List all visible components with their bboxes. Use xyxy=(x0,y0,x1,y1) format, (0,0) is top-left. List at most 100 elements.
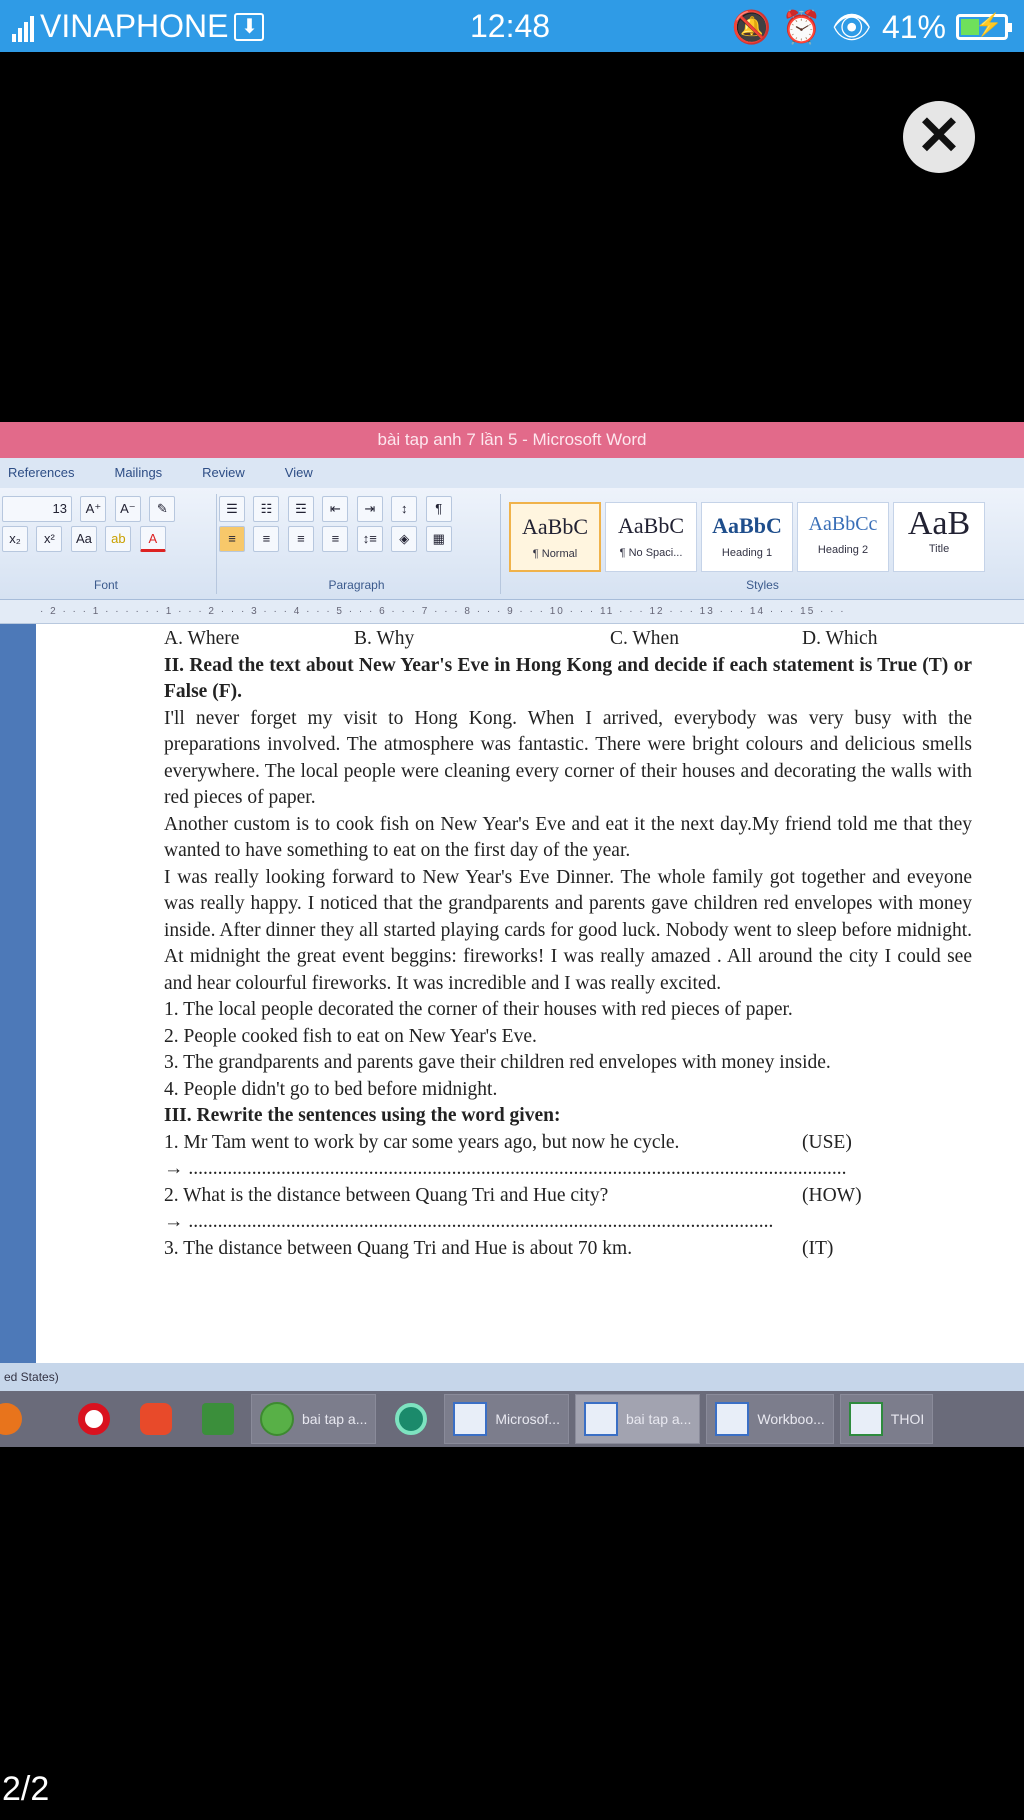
firefox-icon[interactable] xyxy=(0,1391,62,1447)
battery-percent: 41% xyxy=(881,8,946,45)
taskbar-button[interactable]: bai tap a... xyxy=(251,1394,377,1444)
style-heading-1[interactable]: AaBbC Heading 1 xyxy=(701,502,793,572)
taskbar-button[interactable]: THOI xyxy=(839,1394,934,1444)
styles-group: AaBbC ¶ Normal AaBbC ¶ No Spaci... AaBbC… xyxy=(500,494,1024,594)
rewrite-question: 3. The distance between Quang Tri and Hu… xyxy=(164,1237,633,1259)
show-marks-button[interactable]: ¶ xyxy=(425,496,452,522)
clear-format-icon[interactable]: ✎ xyxy=(149,496,176,522)
ccleaner-icon[interactable] xyxy=(124,1391,186,1447)
style-no-spacing[interactable]: AaBbC ¶ No Spaci... xyxy=(605,502,697,572)
style-normal[interactable]: AaBbC ¶ Normal xyxy=(509,502,601,572)
styles-group-label: Styles xyxy=(746,578,779,592)
alarm-icon: ⏰ xyxy=(781,9,822,45)
ribbon-tabs: References Mailings Review View xyxy=(0,458,1024,488)
reading-paragraph: I'll never forget my visit to Hong Kong.… xyxy=(164,707,972,809)
taskbar-button[interactable]: Workboo... xyxy=(706,1394,834,1444)
word-status-bar: ed States) xyxy=(0,1363,1024,1391)
tab-references[interactable]: References xyxy=(8,458,74,488)
style-name: Heading 1 xyxy=(721,547,773,559)
subscript-button[interactable]: x₂ xyxy=(2,526,28,552)
sort-button[interactable]: ↕ xyxy=(391,496,418,522)
rewrite-word: (IT) xyxy=(802,1237,834,1259)
style-title[interactable]: AaB Title xyxy=(893,502,985,572)
signal-icon xyxy=(12,12,34,42)
font-group-label: Font xyxy=(93,578,118,592)
line-spacing-button[interactable]: ↕≡ xyxy=(356,526,383,552)
bullets-button[interactable]: ☰ xyxy=(219,496,245,522)
answer-options: A. Where B. Why C. When D. Which xyxy=(164,626,972,653)
option-d: D. Which xyxy=(802,628,878,649)
align-center-button[interactable]: ≡ xyxy=(253,526,280,552)
highlight-button[interactable]: ab xyxy=(105,526,132,552)
statement: 1. The local people decorated the corner… xyxy=(164,999,793,1020)
style-heading-2[interactable]: AaBbCc Heading 2 xyxy=(797,502,889,572)
taskbar: bai tap a... Microsof... bai tap a... Wo… xyxy=(0,1391,1024,1447)
justify-button[interactable]: ≡ xyxy=(322,526,349,552)
ruler: · 2 · · · 1 · · · · · · 1 · · · 2 · · · … xyxy=(0,600,1024,624)
style-name: ¶ Normal xyxy=(532,548,578,560)
align-left-button[interactable]: ≡ xyxy=(219,526,245,552)
mute-icon: 🔕 xyxy=(731,9,772,45)
rewrite-word: (HOW) xyxy=(802,1184,862,1206)
ribbon: 13 A⁺ A⁻ ✎ x₂ x² Aa ab A Font ☰ ☷ ☲ ⇤ ⇥ … xyxy=(0,488,1024,600)
taskbar-label: Workboo... xyxy=(757,1411,825,1427)
paragraph-group: ☰ ☷ ☲ ⇤ ⇥ ↕ ¶ ≡ ≡ ≡ ≡ ↕≡ ◈ ▦ Paragraph xyxy=(216,494,496,594)
close-button[interactable]: ✕ xyxy=(903,101,975,173)
office-tools-icon[interactable] xyxy=(186,1391,248,1447)
change-case-button[interactable]: Aa xyxy=(70,526,97,552)
option-c: C. When xyxy=(610,628,679,649)
rewrite-item: 1. Mr Tam went to work by car some years… xyxy=(164,1130,972,1157)
rewrite-word: (USE) xyxy=(802,1131,852,1153)
align-right-button[interactable]: ≡ xyxy=(287,526,314,552)
document-page[interactable]: A. Where B. Why C. When D. Which II. Rea… xyxy=(36,624,1024,1363)
taskbar-label: THOI xyxy=(890,1411,925,1427)
multilevel-button[interactable]: ☲ xyxy=(287,496,314,522)
option-b: B. Why xyxy=(354,628,415,649)
app-icon[interactable] xyxy=(379,1391,441,1447)
reading-paragraph: Another custom is to cook fish on New Ye… xyxy=(164,813,972,862)
reading-paragraph: I was really looking forward to New Year… xyxy=(164,866,972,994)
eye-icon: 👁 xyxy=(831,9,872,45)
taskbar-label: bai tap a... xyxy=(302,1411,368,1427)
paragraph-group-label: Paragraph xyxy=(328,578,385,592)
window-title: bài tap anh 7 lần 5 - Microsoft Word xyxy=(0,422,1024,458)
font-color-button[interactable]: A xyxy=(139,526,166,552)
numbering-button[interactable]: ☷ xyxy=(253,496,280,522)
statement: 2. People cooked fish to eat on New Year… xyxy=(164,1025,537,1047)
rewrite-question: 2. What is the distance between Quang Tr… xyxy=(164,1184,609,1206)
section-3-heading: III. Rewrite the sentences using the wor… xyxy=(164,1105,561,1126)
tab-review[interactable]: Review xyxy=(202,458,245,488)
style-preview: AaBbC xyxy=(522,514,588,539)
document-area: A. Where B. Why C. When D. Which II. Rea… xyxy=(0,624,1024,1363)
taskbar-button[interactable]: Microsof... xyxy=(444,1394,569,1444)
decrease-indent-button[interactable]: ⇤ xyxy=(322,496,349,522)
style-name: Title xyxy=(928,543,950,555)
superscript-button[interactable]: x² xyxy=(36,526,63,552)
opera-icon[interactable] xyxy=(62,1391,124,1447)
battery-icon: ⚡ xyxy=(956,12,1012,40)
tab-mailings[interactable]: Mailings xyxy=(114,458,162,488)
clock: 12:48 xyxy=(470,8,551,44)
word-window: bài tap anh 7 lần 5 - Microsoft Word Ref… xyxy=(0,422,1024,1447)
answer-line: → ......................................… xyxy=(164,1158,847,1179)
tab-view[interactable]: View xyxy=(285,458,313,488)
rewrite-item: 3. The distance between Quang Tri and Hu… xyxy=(164,1236,972,1263)
shrink-font-button[interactable]: A⁻ xyxy=(114,496,141,522)
style-preview: AaBbC xyxy=(712,513,782,538)
carrier-name: VINAPHONE xyxy=(40,8,229,44)
grow-font-button[interactable]: A⁺ xyxy=(80,496,107,522)
style-preview: AaBbC xyxy=(618,513,684,538)
borders-button[interactable]: ▦ xyxy=(425,526,452,552)
style-preview: AaBbCc xyxy=(808,513,878,535)
shading-button[interactable]: ◈ xyxy=(391,526,418,552)
increase-indent-button[interactable]: ⇥ xyxy=(356,496,383,522)
font-group: 13 A⁺ A⁻ ✎ x₂ x² Aa ab A Font xyxy=(0,494,212,594)
taskbar-label: Microsof... xyxy=(495,1411,560,1427)
style-preview: AaB xyxy=(907,505,971,542)
style-name: Heading 2 xyxy=(817,544,869,556)
font-size-select[interactable]: 13 xyxy=(2,496,72,522)
rewrite-question: 1. Mr Tam went to work by car some years… xyxy=(164,1131,680,1153)
rewrite-item: 2. What is the distance between Quang Tr… xyxy=(164,1183,972,1210)
document-text: A. Where B. Why C. When D. Which II. Rea… xyxy=(164,626,972,1262)
taskbar-button-active[interactable]: bai tap a... xyxy=(574,1394,701,1444)
